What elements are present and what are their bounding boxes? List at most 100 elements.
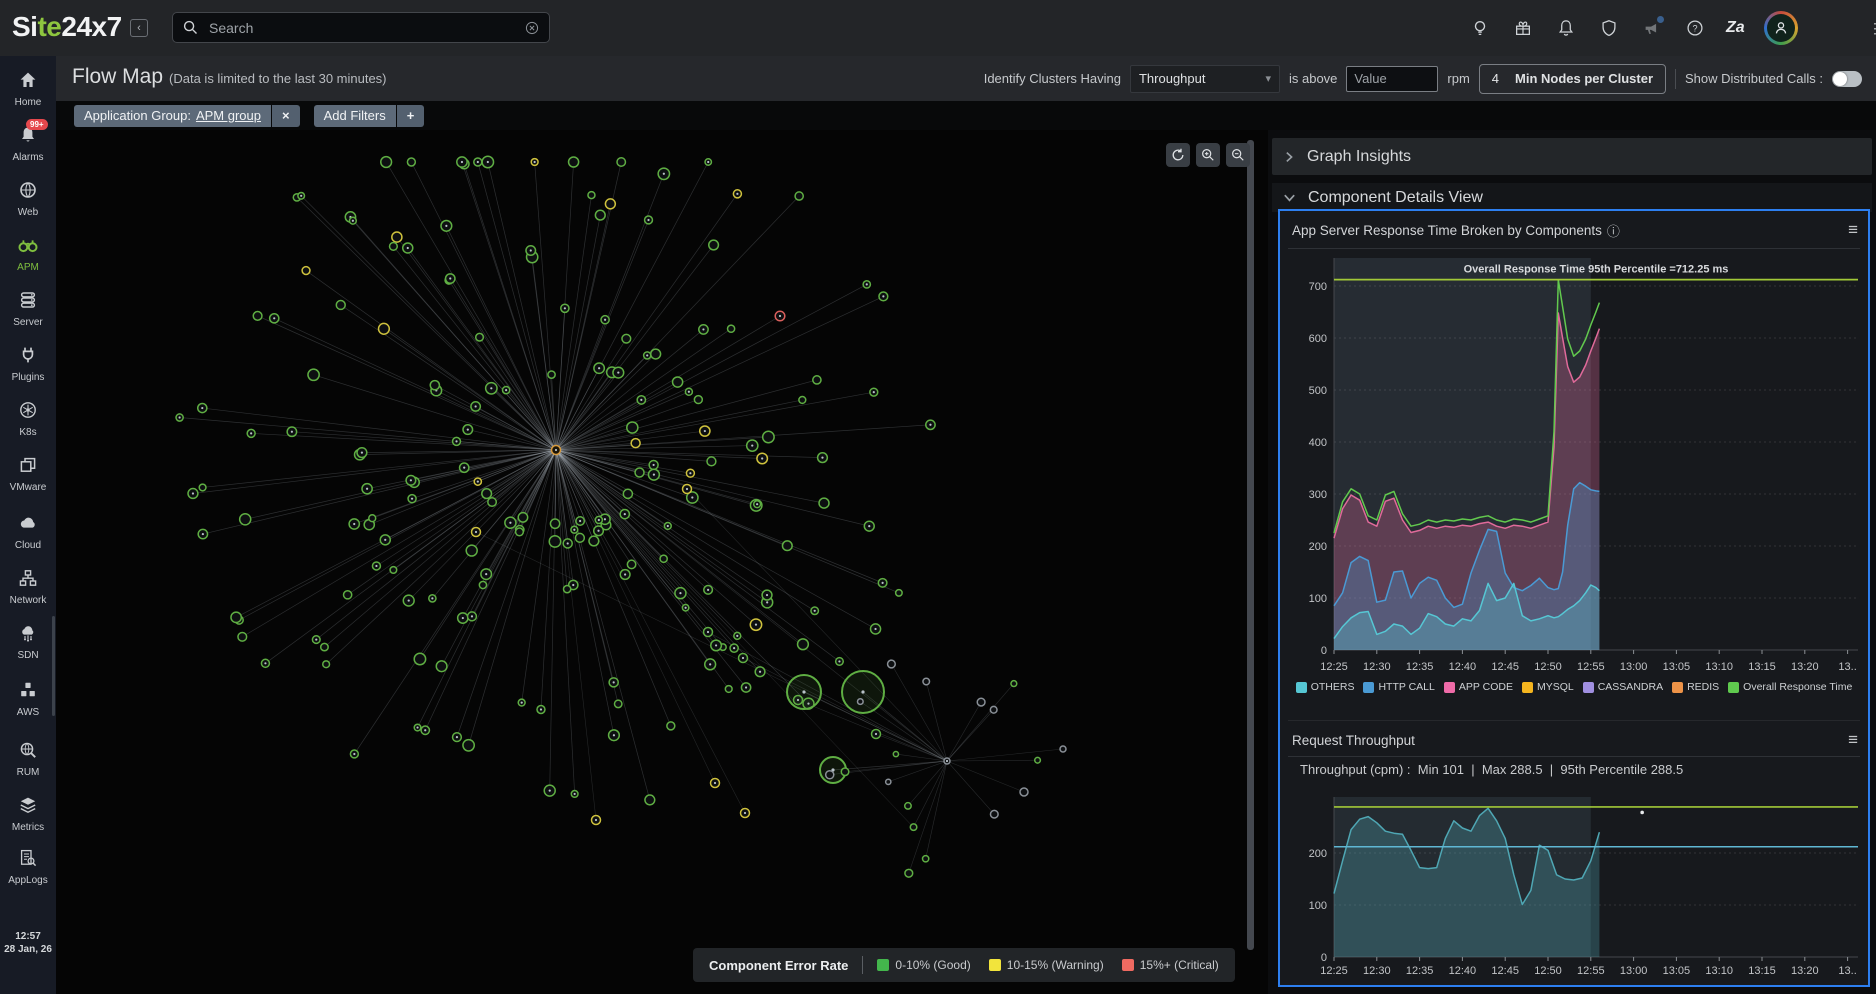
svg-text:12:35: 12:35 [1406,661,1434,673]
cluster-filter-controls: Identify Clusters Having Throughput ▾ is… [984,56,1862,101]
sidebar-item-web[interactable]: Web [0,180,56,218]
page-subtitle: (Data is limited to the last 30 minutes) [169,71,386,86]
series-legend-item[interactable]: Overall Response Time [1728,681,1852,693]
applogs-icon [18,848,38,873]
min-nodes-value[interactable]: 4 [1492,71,1499,86]
search-bar[interactable] [172,12,550,43]
legend-label: HTTP CALL [1378,681,1434,693]
sidebar-item-plugins[interactable]: Plugins [0,345,56,383]
search-input[interactable] [207,19,525,37]
svg-text:?: ? [1692,23,1697,33]
site24x7-logo[interactable]: Site24x7 [12,11,122,43]
server-icon [18,290,38,315]
legend-label: 10-15% (Warning) [1007,958,1104,972]
details-panel: Graph Insights Component Details View Ap… [1268,130,1876,994]
series-legend-item[interactable]: HTTP CALL [1363,681,1434,693]
component-details-title: Component Details View [1308,189,1483,207]
info-icon[interactable]: ⓘ [1607,221,1620,240]
sidebar-item-cloud[interactable]: Cloud [0,513,56,551]
plugins-icon [18,345,38,370]
toggle-knob [1833,72,1847,86]
sidebar-item-network[interactable]: Network [0,568,56,606]
avatar-person-icon [1767,14,1795,42]
divider [1288,720,1860,721]
collapse-nav-button[interactable]: ‹ [130,19,148,37]
refresh-button[interactable] [1166,143,1190,167]
divider [862,956,863,974]
sidebar-item-label: Web [0,207,56,218]
response-time-card-header: App Server Response Time Broken by Compo… [1292,217,1858,243]
chart-menu-icon[interactable]: ≡ [1848,223,1858,237]
remove-filter-button[interactable]: × [272,105,300,127]
response-time-chart[interactable]: 010020030040050060070012:2512:3012:3512:… [1280,249,1868,685]
svg-text:13..: 13.. [1838,965,1856,977]
plus-icon: + [407,108,415,123]
svg-text:12:50: 12:50 [1534,965,1562,977]
sidebar-item-label: Home [0,97,56,108]
svg-text:0: 0 [1321,952,1327,964]
sidebar-item-vmware[interactable]: VMware [0,455,56,493]
gift-icon[interactable] [1511,16,1535,40]
throughput-chart[interactable]: 010020012:2512:3012:3512:4012:4512:5012:… [1280,785,1868,985]
series-legend-item[interactable]: REDIS [1672,681,1719,693]
sidebar-item-rum[interactable]: RUM [0,740,56,778]
series-legend-item[interactable]: OTHERS [1296,681,1355,693]
flow-map-canvas[interactable] [56,130,1268,994]
chart-menu-icon[interactable]: ≡ [1848,733,1858,747]
sidebar-item-aws[interactable]: AWS [0,680,56,718]
sidebar-item-alarms[interactable]: 99+Alarms [0,125,56,163]
topbar: Site24x7 ‹ ? Za ⋮ [0,0,1876,56]
component-details-header[interactable]: Component Details View [1272,183,1872,212]
graph-insights-title: Graph Insights [1307,148,1411,166]
sidebar-item-applogs[interactable]: AppLogs [0,848,56,886]
zoom-in-button[interactable] [1196,143,1220,167]
sidebar-item-server[interactable]: Server [0,290,56,328]
sidebar-item-label: APM [0,262,56,273]
error-rate-legend-items: 0-10% (Good)10-15% (Warning)15%+ (Critic… [877,958,1218,972]
svg-text:12:40: 12:40 [1449,965,1477,977]
svg-text:12:40: 12:40 [1449,661,1477,673]
application-group-chip-label: Application Group:APM group [74,105,271,127]
graph-insights-header[interactable]: Graph Insights [1272,138,1872,175]
sidebar-item-label: VMware [0,482,56,493]
error-rate-legend-item: 0-10% (Good) [877,958,970,972]
add-filter-button[interactable]: + [397,105,425,127]
application-group-chip[interactable]: Application Group:APM group × [74,105,300,127]
sidebar-item-sdn[interactable]: SDN [0,623,56,661]
search-clear-icon[interactable] [525,21,539,35]
svg-text:500: 500 [1309,385,1327,397]
avatar[interactable] [1764,11,1798,45]
sidebar-item-label: AppLogs [0,875,56,886]
series-legend-item[interactable]: APP CODE [1444,681,1513,693]
cluster-metric-dropdown[interactable]: Throughput ▾ [1130,65,1280,93]
show-distributed-label: Show Distributed Calls : [1685,71,1823,86]
series-legend-item[interactable]: MYSQL [1522,681,1574,693]
svg-text:300: 300 [1309,489,1327,501]
series-legend-item[interactable]: CASSANDRA [1583,681,1663,693]
zoho-logo[interactable]: Za [1726,19,1745,37]
unit-label: rpm [1447,71,1469,86]
shield-icon[interactable] [1597,16,1621,40]
map-scrollbar[interactable] [1247,140,1254,950]
application-group-chip-value[interactable]: APM group [196,108,261,123]
sidebar-item-metrics[interactable]: Metrics [0,795,56,833]
sidebar-item-k8s[interactable]: K8s [0,400,56,438]
show-distributed-toggle[interactable] [1832,71,1862,87]
notifications-bell-icon[interactable] [1554,16,1578,40]
overflow-menu-icon[interactable]: ⋮ [1868,20,1876,37]
sidebar-item-home[interactable]: Home [0,70,56,108]
announcements-megaphone-icon[interactable] [1640,16,1664,40]
help-icon[interactable]: ? [1683,16,1707,40]
sidebar-item-apm[interactable]: APM [0,235,56,273]
sidebar-timestamp: 12:57 28 Jan, 26 [0,930,56,956]
bulb-icon[interactable] [1468,16,1492,40]
svg-text:100: 100 [1309,900,1327,912]
zoom-out-button[interactable] [1226,143,1250,167]
divider [1675,69,1676,89]
min-nodes-box[interactable]: 4 Min Nodes per Cluster [1479,64,1666,94]
svg-text:12:30: 12:30 [1363,965,1391,977]
threshold-value-input[interactable] [1346,66,1438,92]
legend-swatch [1444,682,1455,693]
legend-swatch [1363,682,1374,693]
add-filters-chip[interactable]: Add Filters + [314,105,425,127]
